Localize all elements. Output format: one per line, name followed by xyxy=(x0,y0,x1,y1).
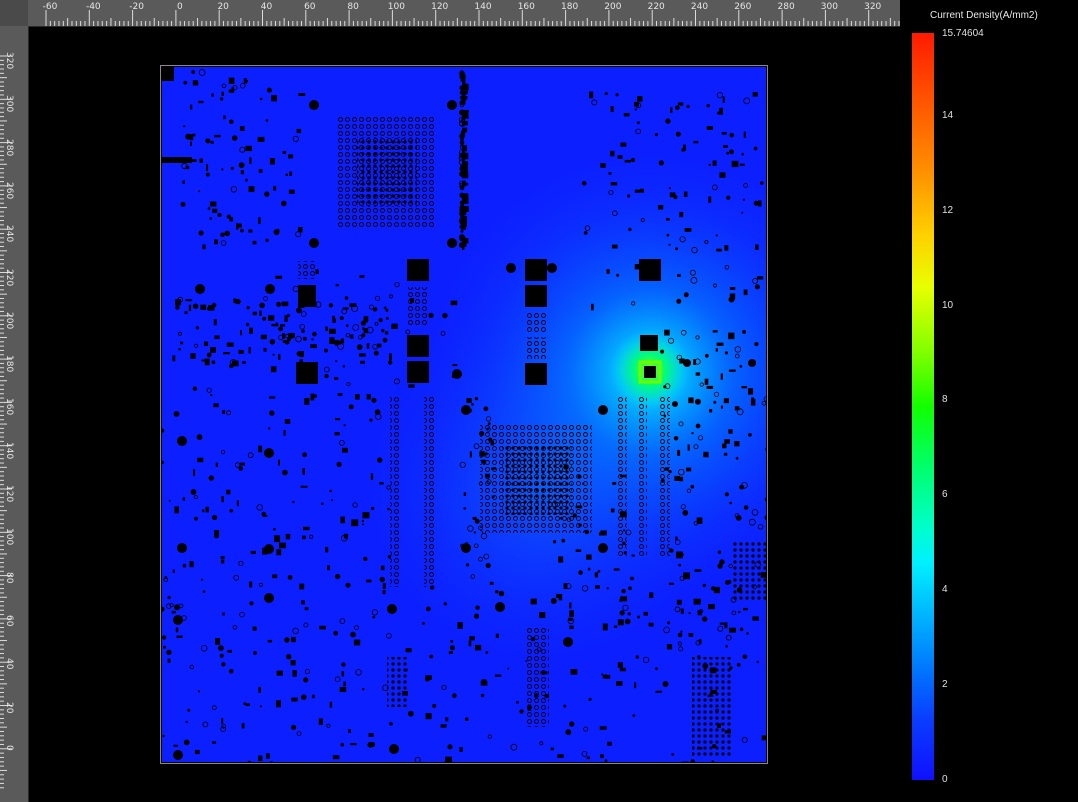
ruler-top-label: 160 xyxy=(517,2,535,12)
ruler-top-label: 200 xyxy=(604,2,622,12)
ruler-left-label: 0 xyxy=(4,744,14,751)
ruler-left-label: 80 xyxy=(4,571,14,584)
horizontal-ruler[interactable]: -60 -40 -20 0 20 40 60 80 100 120 140 160 180 200 220 2… xyxy=(28,0,900,27)
ruler-left-label: 320 xyxy=(4,52,14,70)
legend-max-label: 15.74604 xyxy=(942,28,984,39)
ruler-left-label: 160 xyxy=(4,398,14,416)
ruler-top-label: 120 xyxy=(431,2,449,12)
horizontal-ruler-ticks xyxy=(45,10,900,26)
ruler-top-label: -60 xyxy=(42,2,58,12)
legend-tick-label: 6 xyxy=(942,489,948,501)
ruler-top-label: -20 xyxy=(129,2,144,12)
ruler-left-label: 120 xyxy=(4,485,14,503)
legend-tick-label: 0 xyxy=(942,774,948,785)
legend-tick-label: 4 xyxy=(942,584,948,596)
ruler-top-label: 220 xyxy=(647,2,665,12)
ruler-top-label: 260 xyxy=(734,2,752,12)
legend-tick-label: 10 xyxy=(942,299,954,311)
ruler-top-label: 140 xyxy=(474,2,492,12)
density-plot xyxy=(162,67,766,762)
ruler-left-label: 180 xyxy=(4,355,14,373)
legend-tick-label: 8 xyxy=(942,394,948,406)
color-legend: Current Density(A/mm2) 15.74604 14 12 10 8 6… xyxy=(905,0,1078,802)
color-scale-bar xyxy=(912,33,934,780)
legend-title: Current Density(A/mm2) xyxy=(930,10,1038,21)
ruler-top-label: 60 xyxy=(304,2,316,12)
ruler-top-label: 180 xyxy=(561,2,579,12)
legend-tick-label: 12 xyxy=(942,204,954,216)
ruler-left-label: 280 xyxy=(4,138,14,156)
ruler-top-label: 240 xyxy=(690,2,709,12)
ruler-left-label: 60 xyxy=(4,614,14,627)
current-density-map[interactable] xyxy=(162,67,766,762)
ruler-top-label: 40 xyxy=(260,2,273,12)
ruler-left-label: 20 xyxy=(4,701,14,713)
bga-upper-left xyxy=(337,117,435,227)
ruler-left-label: 40 xyxy=(4,658,14,670)
legend-tick-label: 2 xyxy=(942,679,948,691)
vertical-ruler[interactable]: 320 300 280 260 240 220 200 180 160 140 120 100 80 60… xyxy=(0,26,29,802)
ruler-top-label: 100 xyxy=(387,2,405,12)
legend-tick-label: 14 xyxy=(942,109,954,121)
ruler-top-label: 0 xyxy=(177,2,183,12)
ruler-top-label: -40 xyxy=(85,2,101,12)
ruler-top-label: 320 xyxy=(864,2,882,12)
ruler-left-label: 300 xyxy=(4,95,14,113)
ruler-left-label: 240 xyxy=(4,225,14,243)
ruler-top-label: 80 xyxy=(347,2,359,12)
ruler-top-label: 300 xyxy=(820,2,838,12)
ruler-left-label: 140 xyxy=(4,441,14,459)
ruler-left-label: 200 xyxy=(4,311,14,329)
pcb-board-view[interactable] xyxy=(160,65,768,764)
ruler-left-label: 260 xyxy=(4,181,14,200)
ruler-left-label: 220 xyxy=(4,268,14,286)
ruler-top-label: 280 xyxy=(777,2,795,12)
ruler-left-label: 100 xyxy=(4,528,14,546)
current-density-viewer: -60 -40 -20 0 20 40 60 80 100 120 140 160 180 200 220 2… xyxy=(0,0,1078,802)
ruler-corner xyxy=(0,0,29,27)
ruler-top-label: 20 xyxy=(217,2,229,12)
